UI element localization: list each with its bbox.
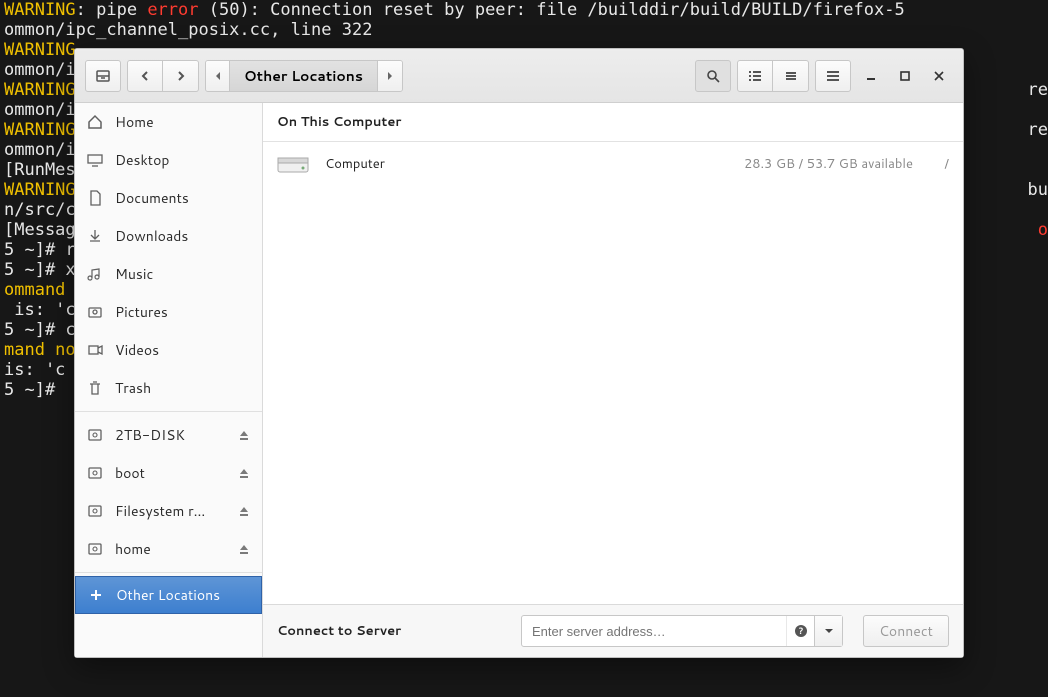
sidebar-item-videos[interactable]: Videos [75, 331, 262, 369]
view-list-button[interactable] [737, 60, 773, 92]
connect-button[interactable]: Connect [863, 615, 949, 647]
drawer-icon [95, 68, 111, 84]
desktop-icon [87, 152, 103, 168]
sidebar-separator [75, 572, 262, 573]
sidebar-item-downloads[interactable]: Downloads [75, 217, 262, 255]
drive-availability: 28.3 GB / 53.7 GB available [744, 155, 913, 173]
drive-name: Computer [325, 155, 385, 173]
back-button[interactable] [127, 60, 163, 92]
sidebar-item-label: home [115, 539, 151, 559]
home-icon [87, 114, 103, 130]
drive-icon [87, 503, 103, 519]
nav-group [127, 60, 199, 92]
eject-icon[interactable] [238, 505, 250, 517]
sidebar-item-label: Home [115, 112, 154, 132]
chevron-down-icon [824, 628, 834, 634]
close-button[interactable] [925, 60, 953, 92]
drive-row-computer[interactable]: Computer 28.3 GB / 53.7 GB available / [263, 142, 963, 186]
sidebar-item-label: Filesystem r… [115, 501, 205, 521]
server-address-input[interactable] [522, 616, 786, 646]
server-history-dropdown[interactable] [814, 616, 842, 646]
drive-icon [87, 427, 103, 443]
music-icon [87, 266, 103, 282]
document-icon [87, 190, 103, 206]
sidebar-item-documents[interactable]: Documents [75, 179, 262, 217]
video-icon [87, 342, 103, 358]
sidebar-item-label: 2TB-DISK [115, 425, 185, 445]
sidebar-item-desktop[interactable]: Desktop [75, 141, 262, 179]
sidebar-item-label: Pictures [115, 302, 168, 322]
drive-icon [87, 541, 103, 557]
minimize-button[interactable] [857, 60, 885, 92]
sidebar-item-label: Downloads [115, 226, 188, 246]
chevron-right-icon [175, 70, 187, 82]
window-body: Home Desktop Documents Downloads Music P… [75, 103, 963, 657]
sidebar-item-label: Documents [115, 188, 189, 208]
eject-icon[interactable] [238, 429, 250, 441]
search-icon [706, 69, 720, 83]
hamburger-icon [826, 69, 840, 83]
forward-button[interactable] [163, 60, 199, 92]
sidebar-item-label: Videos [115, 340, 159, 360]
sidebar-item-disk-fsroot[interactable]: Filesystem r… [75, 492, 262, 530]
chevron-left-icon [139, 70, 151, 82]
sidebar-item-trash[interactable]: Trash [75, 369, 262, 407]
path-next[interactable] [378, 61, 402, 91]
triangle-left-icon [214, 71, 222, 81]
sidebar-item-pictures[interactable]: Pictures [75, 293, 262, 331]
sidebar-item-disk-boot[interactable]: boot [75, 454, 262, 492]
drive-mountpoint: / [929, 155, 949, 173]
view-more-button[interactable] [773, 60, 809, 92]
trash-icon [87, 380, 103, 396]
files-window: Other Locations [74, 48, 964, 658]
help-icon[interactable]: ? [786, 616, 814, 646]
minimize-icon [866, 71, 876, 81]
places-sidebar: Home Desktop Documents Downloads Music P… [75, 103, 263, 657]
titlebar: Other Locations [75, 49, 963, 103]
path-current[interactable]: Other Locations [230, 61, 378, 91]
maximize-icon [900, 71, 910, 81]
empty-area [263, 186, 963, 604]
eject-icon[interactable] [238, 467, 250, 479]
sidebar-item-label: Desktop [115, 150, 169, 170]
close-icon [934, 71, 944, 81]
svg-text:?: ? [798, 624, 803, 637]
triangle-right-icon [386, 71, 394, 81]
list-icon [748, 69, 762, 83]
drive-icon [87, 465, 103, 481]
hamburger-menu-button[interactable] [815, 60, 851, 92]
path-bar: Other Locations [205, 60, 403, 92]
connect-label: Connect to Server [277, 622, 401, 640]
sidebar-item-label: Trash [115, 378, 151, 398]
search-button[interactable] [695, 60, 731, 92]
sidebar-item-music[interactable]: Music [75, 255, 262, 293]
connect-footer: Connect to Server ? Connect [263, 604, 963, 657]
sidebar-item-label: Music [115, 264, 153, 284]
path-prev[interactable] [206, 61, 230, 91]
sidebar-item-disk-2tb[interactable]: 2TB-DISK [75, 416, 262, 454]
sidebar-item-home[interactable]: Home [75, 103, 262, 141]
download-icon [87, 228, 103, 244]
maximize-button[interactable] [891, 60, 919, 92]
plus-icon [88, 588, 104, 602]
section-heading: On This Computer [263, 103, 963, 142]
sidebar-item-disk-home[interactable]: home [75, 530, 262, 568]
sidebar-separator [75, 411, 262, 412]
sidebar-item-label: Other Locations [116, 585, 220, 605]
sidebar-item-other-locations[interactable]: Other Locations [75, 576, 262, 614]
harddrive-icon [277, 152, 309, 176]
pictures-icon [87, 304, 103, 320]
chevron-down-icon [784, 69, 798, 83]
main-content: On This Computer Computer 28.3 GB / 53.7… [263, 103, 963, 657]
open-dialog-button[interactable] [85, 60, 121, 92]
eject-icon[interactable] [238, 543, 250, 555]
server-address-input-wrap: ? [521, 615, 843, 647]
view-group [737, 60, 809, 92]
sidebar-item-label: boot [115, 463, 145, 483]
